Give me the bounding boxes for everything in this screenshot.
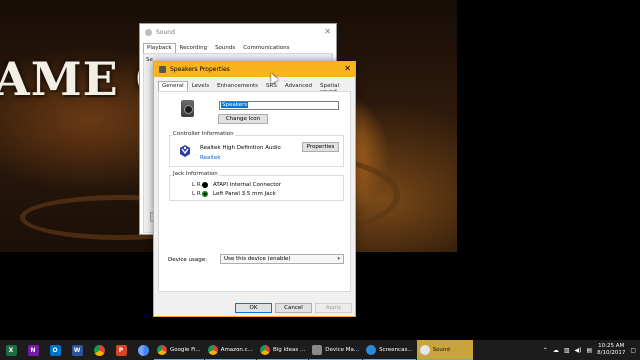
- jack-channel-label: L R: [192, 191, 201, 197]
- ok-button[interactable]: OK: [235, 303, 272, 313]
- controller-vendor-link[interactable]: Realtek: [200, 155, 221, 161]
- close-icon[interactable]: ✕: [324, 27, 331, 36]
- jack-color-icon: [202, 191, 208, 197]
- excel-icon[interactable]: X: [0, 340, 22, 360]
- clock-time: 10:25 AM: [598, 343, 625, 349]
- jack-channel-label: L R: [192, 182, 201, 188]
- task-label: Screencas...: [379, 346, 413, 353]
- action-center-icon[interactable]: ▢: [630, 347, 636, 354]
- task-device-manager[interactable]: Device Ma...: [309, 340, 363, 360]
- task-sound[interactable]: Sound: [416, 340, 473, 360]
- task-label: Amazon.c...: [220, 346, 253, 353]
- cancel-button[interactable]: Cancel: [275, 303, 312, 313]
- volume-icon[interactable]: ◀): [574, 347, 581, 354]
- controller-group-label: Controller Information: [172, 131, 235, 137]
- excel-glyph: X: [5, 344, 17, 356]
- screencast-icon: [366, 344, 377, 355]
- chrome-icon: [259, 344, 270, 355]
- task-label: Device Ma...: [325, 346, 360, 353]
- sound-tabs: Playback Recording Sounds Communications: [143, 43, 293, 53]
- outlook-glyph: O: [49, 344, 61, 356]
- general-tab-panel: Speakers Change Icon Controller Informat…: [158, 91, 351, 292]
- jack-color-icon: [202, 182, 208, 188]
- dialog-title: Speakers Properties: [170, 66, 230, 73]
- jack-row: L R ATAPI Internal Connector: [192, 182, 281, 188]
- onedrive-icon[interactable]: ☁: [553, 347, 559, 354]
- notification-icon[interactable]: ▤: [586, 347, 592, 354]
- close-icon[interactable]: ✕: [344, 64, 351, 73]
- chrome-blue-glyph: [137, 344, 149, 356]
- device-name-value: Speakers: [221, 102, 249, 108]
- speaker-icon: [419, 344, 430, 355]
- chrome-blue-icon[interactable]: [132, 340, 154, 360]
- speaker-icon: [145, 28, 152, 36]
- chrome-icon[interactable]: [88, 340, 110, 360]
- powerpoint-icon[interactable]: P: [110, 340, 132, 360]
- onenote-glyph: N: [27, 344, 39, 356]
- task-label: Big Ideas ...: [272, 346, 306, 353]
- controller-name: Realtek High Definition Audio: [200, 145, 281, 151]
- clock[interactable]: 10:25 AM 8/10/2017: [597, 343, 625, 357]
- task-big-ideas[interactable]: Big Ideas ...: [256, 340, 309, 360]
- powerpoint-glyph: P: [115, 344, 127, 356]
- device-manager-icon: [312, 344, 323, 355]
- realtek-logo-icon: [178, 144, 192, 158]
- task-amazon[interactable]: Amazon.c...: [204, 340, 256, 360]
- jack-group-label: Jack Information: [172, 171, 219, 177]
- tab-sounds[interactable]: Sounds: [211, 43, 239, 53]
- task-label: Google Fi...: [170, 346, 201, 353]
- chrome-icon: [157, 344, 167, 355]
- tab-communications[interactable]: Communications: [239, 43, 293, 53]
- chevron-up-icon[interactable]: ⌃: [543, 347, 548, 354]
- chrome-glyph: [93, 344, 105, 356]
- speaker-icon: [159, 66, 166, 73]
- dialog-titlebar[interactable]: Speakers Properties: [154, 62, 355, 77]
- chrome-icon: [207, 344, 218, 355]
- taskbar: X N O W P Google Fi... Amazon.c... Big I…: [0, 340, 640, 360]
- onenote-icon[interactable]: N: [22, 340, 44, 360]
- sound-panel-text: Se: [146, 57, 153, 63]
- network-icon[interactable]: ▥: [564, 347, 570, 354]
- task-label: Sound: [432, 346, 450, 353]
- task-screencast[interactable]: Screencas...: [363, 340, 416, 360]
- system-tray: ⌃ ☁ ▥ ◀) ▤ 10:25 AM 8/10/2017 ▢: [543, 340, 636, 360]
- device-name-input[interactable]: Speakers: [219, 101, 339, 110]
- outlook-icon[interactable]: O: [44, 340, 66, 360]
- sound-window-title: Sound: [156, 28, 175, 36]
- clock-date: 8/10/2017: [597, 350, 626, 356]
- device-usage-label: Device usage:: [168, 257, 208, 263]
- jack-name: Left Panel 3.5 mm Jack: [213, 191, 276, 197]
- word-icon[interactable]: W: [66, 340, 88, 360]
- word-glyph: W: [71, 344, 83, 356]
- jack-information-group: Jack Information L R ATAPI Internal Conn…: [169, 171, 344, 201]
- sound-titlebar[interactable]: Sound: [140, 24, 336, 40]
- change-icon-button[interactable]: Change Icon: [218, 114, 268, 124]
- tab-playback[interactable]: Playback: [143, 43, 176, 53]
- apply-button[interactable]: Apply: [315, 303, 352, 313]
- task-google-fi[interactable]: Google Fi...: [154, 340, 204, 360]
- device-usage-value: Use this device (enable): [224, 256, 291, 262]
- jack-row: L R Left Panel 3.5 mm Jack: [192, 191, 276, 197]
- speakers-properties-dialog: Speakers Properties ✕ General Levels Enh…: [153, 61, 356, 317]
- device-usage-select[interactable]: Use this device (enable) ▾: [220, 254, 344, 264]
- tab-recording[interactable]: Recording: [176, 43, 212, 53]
- speaker-device-icon: [181, 100, 194, 117]
- chevron-down-icon: ▾: [337, 256, 340, 262]
- properties-button[interactable]: Properties: [302, 142, 339, 152]
- controller-information-group: Controller Information Realtek High Defi…: [169, 131, 344, 167]
- jack-name: ATAPI Internal Connector: [213, 182, 282, 188]
